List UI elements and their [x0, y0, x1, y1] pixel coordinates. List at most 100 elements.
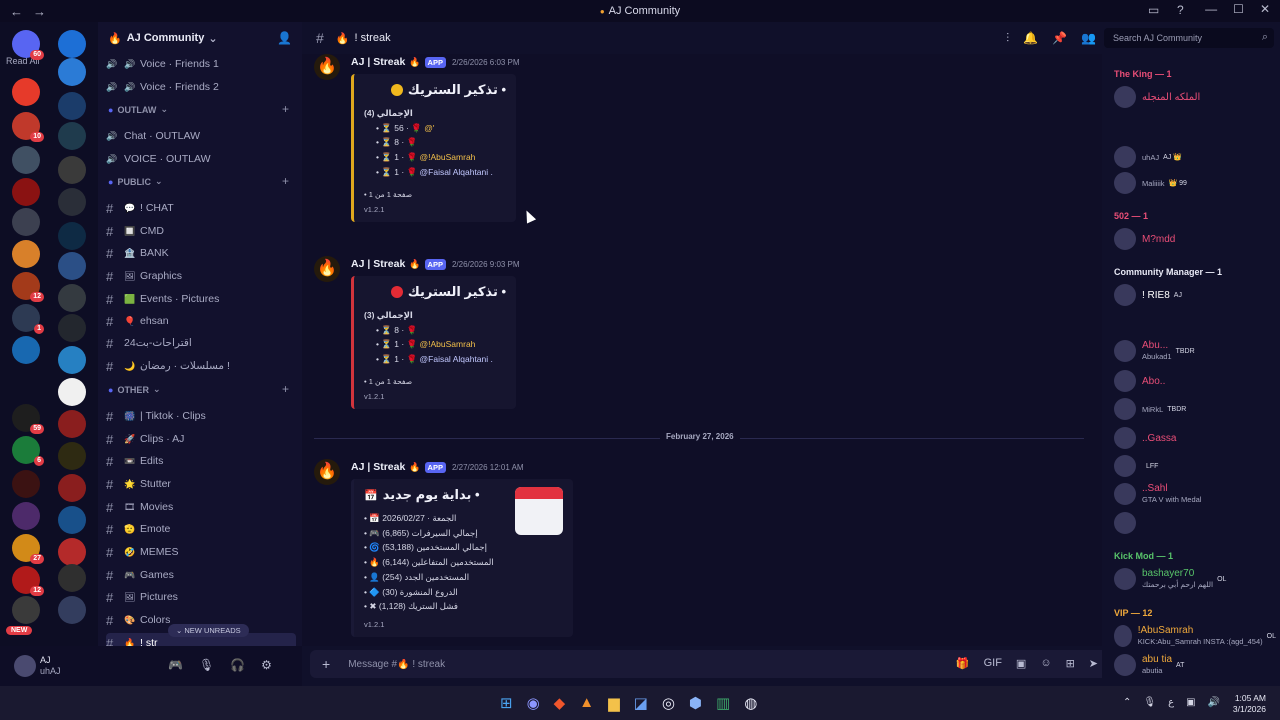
member-item[interactable]: ! RIE8 AJ	[1114, 283, 1276, 307]
channel-item[interactable]: # 🏦 BANK	[106, 243, 296, 263]
server-icon[interactable]	[12, 146, 40, 174]
apps-icon[interactable]: ⊞	[1066, 657, 1075, 670]
add-channel-icon[interactable]: +	[282, 102, 289, 116]
member-item[interactable]: bashayer70 اللهم ارحم أبي برحمتك OL	[1114, 567, 1276, 591]
channel-item[interactable]: 🔊 Chat · OUTLAW	[106, 126, 296, 146]
category-header[interactable]: ● OTHER ⌄	[108, 384, 160, 395]
server-icon[interactable]	[58, 346, 86, 374]
server-icon[interactable]: 60	[12, 30, 44, 60]
channel-item[interactable]: # 🖼 Graphics	[106, 266, 296, 286]
message-author[interactable]: AJ | Streak	[351, 461, 405, 473]
server-icon[interactable]: 6	[12, 436, 44, 466]
server-icon[interactable]	[58, 474, 86, 502]
add-channel-icon[interactable]: +	[282, 174, 289, 188]
server-icon[interactable]	[58, 506, 86, 534]
app-icon[interactable]: ◍	[744, 694, 757, 712]
server-icon[interactable]	[58, 564, 86, 592]
emoji-icon[interactable]: ☺	[1040, 657, 1051, 670]
excel-app-icon[interactable]: ▥	[716, 694, 730, 712]
network-icon[interactable]: ▣	[1186, 697, 1195, 708]
member-item[interactable]: Abu... Abukad1 TBDR	[1114, 339, 1276, 363]
server-icon[interactable]	[58, 188, 86, 216]
server-icon[interactable]	[12, 178, 40, 206]
channel-item[interactable]: # 🎆 | Tiktok · Clips	[106, 406, 296, 426]
server-icon[interactable]	[58, 122, 86, 150]
file-explorer-icon[interactable]: ▆	[608, 694, 620, 712]
muted-camera-icon[interactable]: 🎮	[168, 658, 183, 672]
member-item[interactable]: abu tia abutia AT	[1114, 653, 1276, 677]
server-icon[interactable]	[58, 284, 86, 312]
channel-item[interactable]: # 🟩 Events · Pictures	[106, 289, 296, 309]
user-info[interactable]: AJ uhAJ	[40, 655, 61, 677]
server-header[interactable]: 🔥 AJ Community ⌄ 👤	[98, 22, 302, 54]
clock[interactable]: 1:05 AM 3/1/2026	[1233, 693, 1266, 715]
message-author[interactable]: AJ | Streak	[351, 56, 405, 68]
channel-item[interactable]: # 🚀 Clips · AJ	[106, 429, 296, 449]
member-item[interactable]: Abo..	[1114, 369, 1276, 393]
member-item[interactable]: !AbuSamrah KICK:Abu_Samrah INSTA :(agd_45…	[1114, 624, 1276, 648]
user-mention[interactable]: @'	[424, 123, 434, 133]
inbox-icon[interactable]: ▭	[1148, 3, 1162, 17]
notifications-bell-icon[interactable]: 🔔	[1023, 31, 1038, 46]
new-unreads-pill[interactable]: ⌄ NEW UNREADS	[168, 624, 249, 637]
channel-item[interactable]: # 💬 ! CHAT	[106, 198, 296, 218]
gif-icon[interactable]: GIF	[984, 657, 1002, 670]
tray-arrow-icon[interactable]: ⌃	[1123, 697, 1131, 708]
channel-item[interactable]: # 🔲 CMD	[106, 221, 296, 241]
bot-avatar-icon[interactable]: 🔥	[314, 54, 340, 80]
brave-app-icon[interactable]: ◆	[554, 694, 566, 712]
app-icon[interactable]: ▲	[579, 694, 594, 712]
channel-item[interactable]: 🔊 🔊 Voice · Friends 1	[106, 54, 296, 74]
channel-item[interactable]: # 🎈 ehsan	[106, 311, 296, 331]
server-icon[interactable]	[12, 336, 40, 364]
threads-icon[interactable]: ⫶	[1006, 31, 1009, 46]
member-item[interactable]: MiRkL TBDR	[1114, 397, 1276, 421]
new-pill[interactable]: NEW	[6, 626, 33, 635]
close-button[interactable]: ✕	[1260, 2, 1270, 16]
category-header[interactable]: ● OUTLAW ⌄	[108, 104, 168, 115]
help-icon[interactable]: ?	[1177, 3, 1191, 17]
channel-item[interactable]: # 🫡 Emote	[106, 519, 296, 539]
user-mention[interactable]: @!AbuSamrah	[420, 152, 476, 162]
channel-item[interactable]: # 🎮 Games	[106, 565, 296, 585]
server-icon[interactable]: 59	[12, 404, 44, 434]
channel-item[interactable]: # 🖼 Pictures	[106, 587, 296, 607]
server-icon[interactable]: 1	[12, 304, 44, 334]
discord-app-icon[interactable]: ◉	[527, 694, 540, 712]
add-channel-icon[interactable]: +	[282, 382, 289, 396]
member-list-icon[interactable]: 👥	[1081, 31, 1096, 46]
windows-start-icon[interactable]: ⊞	[500, 694, 513, 712]
server-icon[interactable]: 12	[12, 272, 44, 302]
channel-item[interactable]: #24اقتراحات-بت	[106, 333, 296, 353]
gift-icon[interactable]: 🎁	[956, 657, 970, 670]
server-icon[interactable]: 12	[12, 566, 44, 596]
member-item[interactable]: M?mdd	[1114, 227, 1276, 251]
server-icon[interactable]	[58, 596, 86, 624]
message-input[interactable]	[348, 658, 749, 670]
server-icon[interactable]	[12, 240, 40, 268]
bot-avatar-icon[interactable]: 🔥	[314, 256, 340, 282]
member-item[interactable]	[1114, 511, 1276, 535]
channel-item[interactable]: # 🌙 مسلسلات · رمضان !	[106, 356, 296, 376]
user-mention[interactable]: @Faisal Alqahtani .	[420, 167, 493, 177]
channel-item[interactable]: # 🤣 MEMES	[106, 542, 296, 562]
headphones-icon[interactable]: 🎧	[230, 658, 245, 672]
minimize-button[interactable]: —	[1205, 2, 1217, 16]
server-icon[interactable]	[58, 156, 86, 184]
server-icon[interactable]: 10	[12, 112, 44, 142]
send-icon[interactable]: ➤	[1089, 657, 1098, 670]
server-icon[interactable]	[58, 410, 86, 438]
server-icon[interactable]	[58, 538, 86, 566]
invite-people-icon[interactable]: 👤	[277, 31, 292, 45]
server-icon[interactable]	[58, 314, 86, 342]
category-header[interactable]: ● PUBLIC ⌄	[108, 176, 162, 187]
message-author[interactable]: AJ | Streak	[351, 258, 405, 270]
server-icon[interactable]	[58, 222, 86, 250]
channel-item[interactable]: # 🎞 Movies	[106, 497, 296, 517]
sticker-icon[interactable]: ▣	[1016, 657, 1026, 670]
user-mention[interactable]: @!AbuSamrah	[420, 339, 476, 349]
member-item[interactable]: Maliiiik 👑 99	[1114, 171, 1276, 195]
steam-app-icon[interactable]: ⬢	[689, 694, 702, 712]
server-icon[interactable]	[12, 596, 40, 624]
bot-avatar-icon[interactable]: 🔥	[314, 459, 340, 485]
